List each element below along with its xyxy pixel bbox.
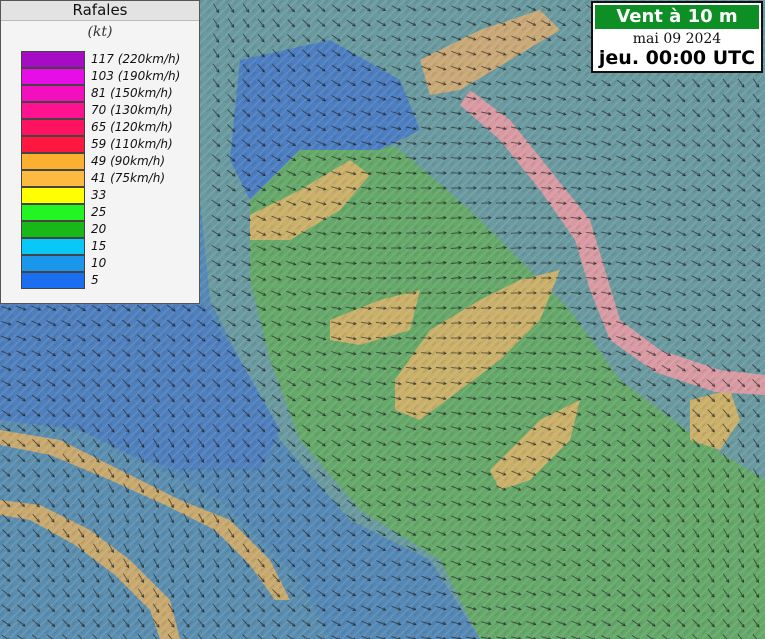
legend-swatch [21,85,85,102]
legend-swatch [21,170,85,187]
legend-label: 5 [91,273,99,287]
legend-label: 10 [91,256,107,270]
legend-swatch [21,255,85,272]
legend-label: 25 [91,205,107,219]
title-box: Vent à 10 m mai 09 2024 jeu. 00:00 UTC [591,1,763,73]
legend-unit: (kt) [87,24,113,40]
legend-label: 117 (220km/h) [91,52,181,66]
legend-swatch [21,102,85,119]
legend-swatch [21,153,85,170]
forecast-date: mai 09 2024 [632,31,722,47]
legend-label: 49 (90km/h) [91,154,166,168]
legend-swatch [21,68,85,85]
legend-swatch [21,187,85,204]
legend-swatch [21,51,85,68]
legend-title: Rafales [1,1,199,21]
forecast-time: jeu. 00:00 UTC [598,47,756,69]
map-title: Vent à 10 m [595,5,759,29]
legend-label: 65 (120km/h) [91,120,173,134]
legend-label: 59 (110km/h) [91,137,173,151]
legend-swatch [21,204,85,221]
legend-swatch [21,221,85,238]
legend-label: 70 (130km/h) [91,103,173,117]
gust-legend: Rafales (kt) 117 (220km/h) 103 (190km/h) 8… [0,0,200,304]
legend-swatch [21,272,85,289]
legend-label: 41 (75km/h) [91,171,166,185]
legend-swatch [21,119,85,136]
legend-label: 20 [91,222,107,236]
legend-label: 103 (190km/h) [91,69,181,83]
legend-label: 81 (150km/h) [91,86,173,100]
legend-label: 15 [91,239,107,253]
legend-swatch [21,238,85,255]
legend-swatch [21,136,85,153]
legend-label: 33 [91,188,107,202]
